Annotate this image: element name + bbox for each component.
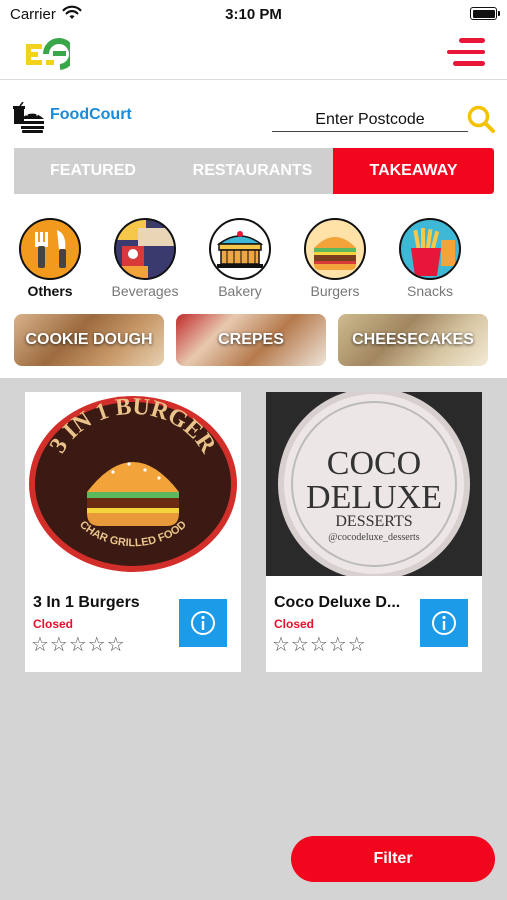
- category-beverages[interactable]: Beverages: [105, 218, 185, 299]
- brand-name: FoodCourt: [50, 106, 132, 123]
- promo-cookie-dough[interactable]: COOKIE DOUGH: [14, 314, 164, 366]
- cutlery-icon: [19, 218, 81, 280]
- info-button[interactable]: [179, 599, 227, 647]
- filter-button[interactable]: Filter: [291, 836, 495, 882]
- category-label: Beverages: [111, 283, 179, 299]
- restaurant-logo: 3 IN 1 BURGER CHAR GRILLED FOOD: [25, 392, 241, 576]
- promo-cheesecakes[interactable]: CHEESECAKES: [338, 314, 488, 366]
- logo-text-handle: @cocodeluxe_desserts: [328, 532, 420, 543]
- logo-text-coco: COCO: [327, 445, 421, 482]
- category-snacks[interactable]: Snacks: [390, 218, 470, 299]
- restaurant-status: Closed: [274, 617, 315, 631]
- promo-label: CHEESECAKES: [352, 331, 474, 348]
- search-icon[interactable]: [466, 104, 496, 134]
- burger-icon: [304, 218, 366, 280]
- tab-featured[interactable]: FEATURED: [14, 148, 172, 194]
- logo-text-desserts: DESSERTS: [335, 513, 412, 530]
- tab-takeaway[interactable]: TAKEAWAY: [333, 148, 494, 194]
- tab-restaurants[interactable]: RESTAURANTS: [172, 148, 333, 194]
- promo-list: COOKIE DOUGH CREPES CHEESECAKES: [0, 314, 507, 366]
- rating-stars: ☆☆☆☆☆: [272, 634, 367, 656]
- info-icon: [432, 611, 456, 635]
- app-header: [0, 28, 507, 80]
- promo-label: COOKIE DOUGH: [25, 331, 153, 348]
- category-label: Others: [27, 283, 73, 299]
- restaurant-list: 3 IN 1 BURGER CHAR GRILLED FOOD 3 In 1 B…: [0, 378, 507, 900]
- burger-drink-icon: [13, 102, 44, 133]
- postcode-input[interactable]: [272, 108, 468, 132]
- info-icon: [191, 611, 215, 635]
- hamburger-menu-icon[interactable]: [447, 38, 485, 68]
- logo-text-deluxe: DELUXE: [306, 479, 442, 516]
- category-list: Others Beverages Bakery Burgers Snacks: [0, 218, 507, 302]
- promo-label: CREPES: [218, 331, 284, 348]
- category-burgers[interactable]: Burgers: [295, 218, 375, 299]
- category-label: Bakery: [218, 283, 262, 299]
- info-button[interactable]: [420, 599, 468, 647]
- category-label: Burgers: [310, 283, 360, 299]
- category-others[interactable]: Others: [10, 218, 90, 299]
- restaurant-status: Closed: [33, 617, 74, 631]
- restaurant-name: 3 In 1 Burgers: [33, 594, 140, 611]
- clock: 3:10 PM: [225, 6, 282, 23]
- beverage-icon: [114, 218, 176, 280]
- category-bakery[interactable]: Bakery: [200, 218, 280, 299]
- bakery-icon: [209, 218, 271, 280]
- tab-bar: FEATURED RESTAURANTS TAKEAWAY: [14, 148, 494, 194]
- category-label: Snacks: [407, 283, 453, 299]
- restaurant-card[interactable]: COCO DELUXE DESSERTS @cocodeluxe_dessert…: [266, 392, 482, 672]
- status-bar: Carrier 3:10 PM: [0, 0, 507, 28]
- restaurant-logo: COCO DELUXE DESSERTS @cocodeluxe_dessert…: [266, 392, 482, 576]
- restaurant-card[interactable]: 3 IN 1 BURGER CHAR GRILLED FOOD 3 In 1 B…: [25, 392, 241, 672]
- promo-crepes[interactable]: CREPES: [176, 314, 326, 366]
- rating-stars: ☆☆☆☆☆: [31, 634, 126, 656]
- fries-icon: [399, 218, 461, 280]
- app-logo-icon[interactable]: [24, 34, 70, 74]
- restaurant-name: Coco Deluxe D...: [274, 594, 401, 611]
- battery-icon: [470, 7, 500, 20]
